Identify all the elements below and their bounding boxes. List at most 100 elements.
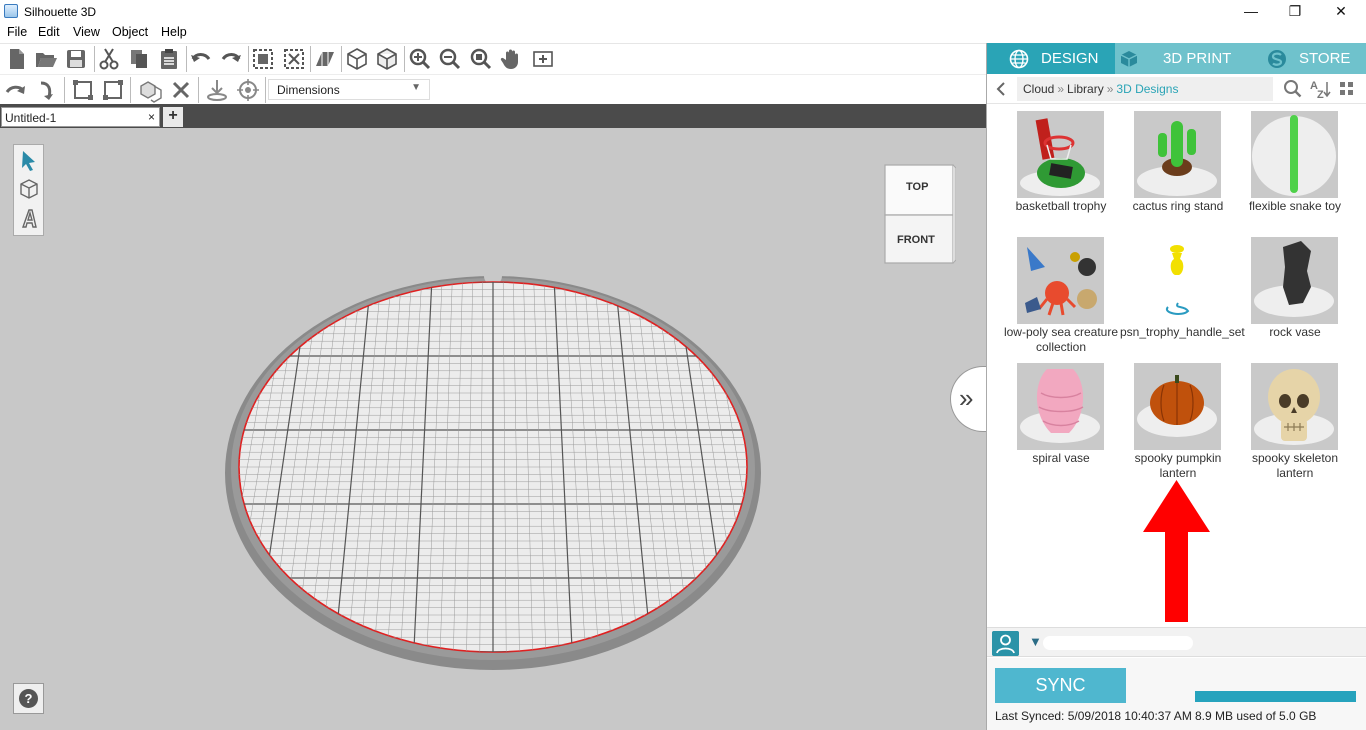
menu-object[interactable]: Object (112, 25, 148, 39)
paste-icon[interactable] (156, 46, 182, 72)
menu-help[interactable]: Help (161, 25, 187, 39)
resize-icon[interactable] (100, 77, 126, 103)
breadcrumb: Cloud» Library» 3D Designs (1017, 77, 1273, 101)
print-bed (225, 267, 761, 670)
tab-design-label: DESIGN (1041, 50, 1099, 67)
duplicate-cube-icon[interactable] (138, 77, 164, 103)
item-label: spiral vase (1032, 451, 1090, 465)
secondary-toolbar: Dimensions ▼ (0, 74, 986, 104)
zoom-out-icon[interactable] (437, 46, 463, 72)
window-title: Silhouette 3D (24, 5, 97, 19)
redacted-username (1043, 636, 1193, 650)
view-cube-front-label[interactable]: FRONT (897, 234, 935, 246)
cube-tool-icon[interactable] (19, 178, 39, 200)
delete-icon[interactable] (168, 77, 194, 103)
item-label: spooky skeleton lantern (1251, 451, 1339, 480)
panel-tabs: DESIGN 3D PRINT STORE (987, 43, 1366, 74)
sync-area: SYNC Last Synced: 5/09/2018 10:40:37 AM … (987, 658, 1366, 730)
close-tab-icon[interactable]: × (148, 110, 155, 124)
drop-to-bed-icon[interactable] (204, 77, 230, 103)
pan-hand-icon[interactable] (499, 46, 525, 72)
user-account-bar[interactable]: ▼ (987, 627, 1366, 657)
select-arrow-icon[interactable] (19, 149, 39, 171)
toolbar-divider (248, 46, 249, 72)
zoom-in-icon[interactable] (407, 46, 433, 72)
svg-text:Z: Z (1317, 89, 1324, 99)
toolbar-divider (64, 77, 65, 103)
dimensions-dropdown-value: Dimensions (277, 83, 340, 97)
cube-wireframe-icon[interactable] (344, 46, 370, 72)
3d-print-cube-icon (1120, 51, 1138, 67)
tab-3d-print-label: 3D PRINT (1163, 50, 1232, 67)
sort-az-icon[interactable]: A Z (1309, 79, 1331, 99)
breadcrumb-separator: » (1106, 82, 1114, 96)
save-icon[interactable] (63, 46, 89, 72)
question-icon: ? (19, 689, 38, 708)
cactus-thumbnail (1134, 111, 1221, 198)
user-menu-caret-icon[interactable]: ▼ (1029, 634, 1042, 649)
help-button[interactable]: ? (13, 683, 44, 714)
dimensions-dropdown[interactable]: Dimensions ▼ (268, 79, 430, 100)
tools-palette (13, 144, 44, 236)
open-folder-icon[interactable] (33, 46, 59, 72)
view-cube-top-label[interactable]: TOP (906, 181, 928, 193)
item-label: psn_trophy_handle_set (1120, 325, 1245, 339)
perspective-icon[interactable] (312, 46, 338, 72)
toolbar-divider (341, 46, 342, 72)
new-file-icon[interactable] (3, 46, 29, 72)
tab-untitled-1[interactable]: Untitled-1 × (1, 107, 160, 127)
undo-icon[interactable] (188, 46, 214, 72)
view-cube[interactable] (882, 163, 956, 265)
storage-usage-bar (1195, 691, 1356, 702)
snake-toy-thumbnail (1251, 111, 1338, 198)
zoom-fit-icon[interactable] (468, 46, 494, 72)
breadcrumb-library[interactable]: Library (1067, 82, 1104, 96)
ungroup-icon[interactable] (281, 46, 307, 72)
toolbar-divider (130, 77, 131, 103)
group-icon[interactable] (250, 46, 276, 72)
menu-edit[interactable]: Edit (38, 25, 60, 39)
cube-solid-icon[interactable] (374, 46, 400, 72)
breadcrumb-3d-designs[interactable]: 3D Designs (1116, 82, 1178, 96)
library-panel: DESIGN 3D PRINT STORE Cloud» Library» 3D D… (986, 43, 1366, 730)
main-toolbar (0, 43, 986, 74)
flip-vertical-icon[interactable] (33, 77, 59, 103)
copy-icon[interactable] (126, 46, 152, 72)
tab-design[interactable]: DESIGN (987, 43, 1115, 74)
close-window-button[interactable]: ✕ (1318, 0, 1364, 24)
user-icon[interactable] (992, 631, 1019, 656)
cut-icon[interactable] (96, 46, 122, 72)
scale-icon[interactable] (70, 77, 96, 103)
breadcrumb-bar: Cloud» Library» 3D Designs A Z (987, 74, 1366, 104)
breadcrumb-cloud[interactable]: Cloud (1023, 82, 1054, 96)
title-bar: Silhouette 3D — ❐ ✕ (0, 0, 1366, 24)
chevron-down-icon: ▼ (411, 82, 421, 93)
basketball-trophy-thumbnail (1017, 111, 1104, 198)
toolbar-divider (94, 46, 95, 72)
toolbar-divider (198, 77, 199, 103)
add-object-icon[interactable] (530, 46, 556, 72)
tab-label: Untitled-1 (5, 111, 57, 125)
add-tab-button[interactable]: + (163, 107, 183, 127)
toolbar-divider (265, 77, 266, 103)
center-icon[interactable] (235, 77, 261, 103)
tab-3d-print[interactable]: 3D PRINT (1115, 43, 1243, 74)
flip-horizontal-icon[interactable] (3, 77, 29, 103)
text-tool-icon[interactable] (19, 207, 39, 231)
back-chevron-icon[interactable] (994, 81, 1008, 97)
toolbar-divider (404, 46, 405, 72)
annotation-arrow-up-icon (1143, 480, 1210, 622)
menu-view[interactable]: View (73, 25, 100, 39)
sea-creatures-thumbnail (1017, 237, 1104, 324)
grid-view-icon[interactable] (1339, 81, 1355, 97)
item-label: basketball trophy (1015, 199, 1107, 213)
sync-button[interactable]: SYNC (995, 668, 1126, 703)
maximize-button[interactable]: ❐ (1272, 0, 1318, 24)
item-label: spooky pumpkin lantern (1134, 451, 1222, 480)
menu-file[interactable]: File (7, 25, 27, 39)
minimize-button[interactable]: — (1228, 0, 1274, 24)
redo-icon[interactable] (218, 46, 244, 72)
design-canvas[interactable]: ? TOP FRONT » (0, 128, 990, 730)
search-icon[interactable] (1283, 79, 1303, 99)
tab-store[interactable]: STORE (1243, 43, 1366, 74)
